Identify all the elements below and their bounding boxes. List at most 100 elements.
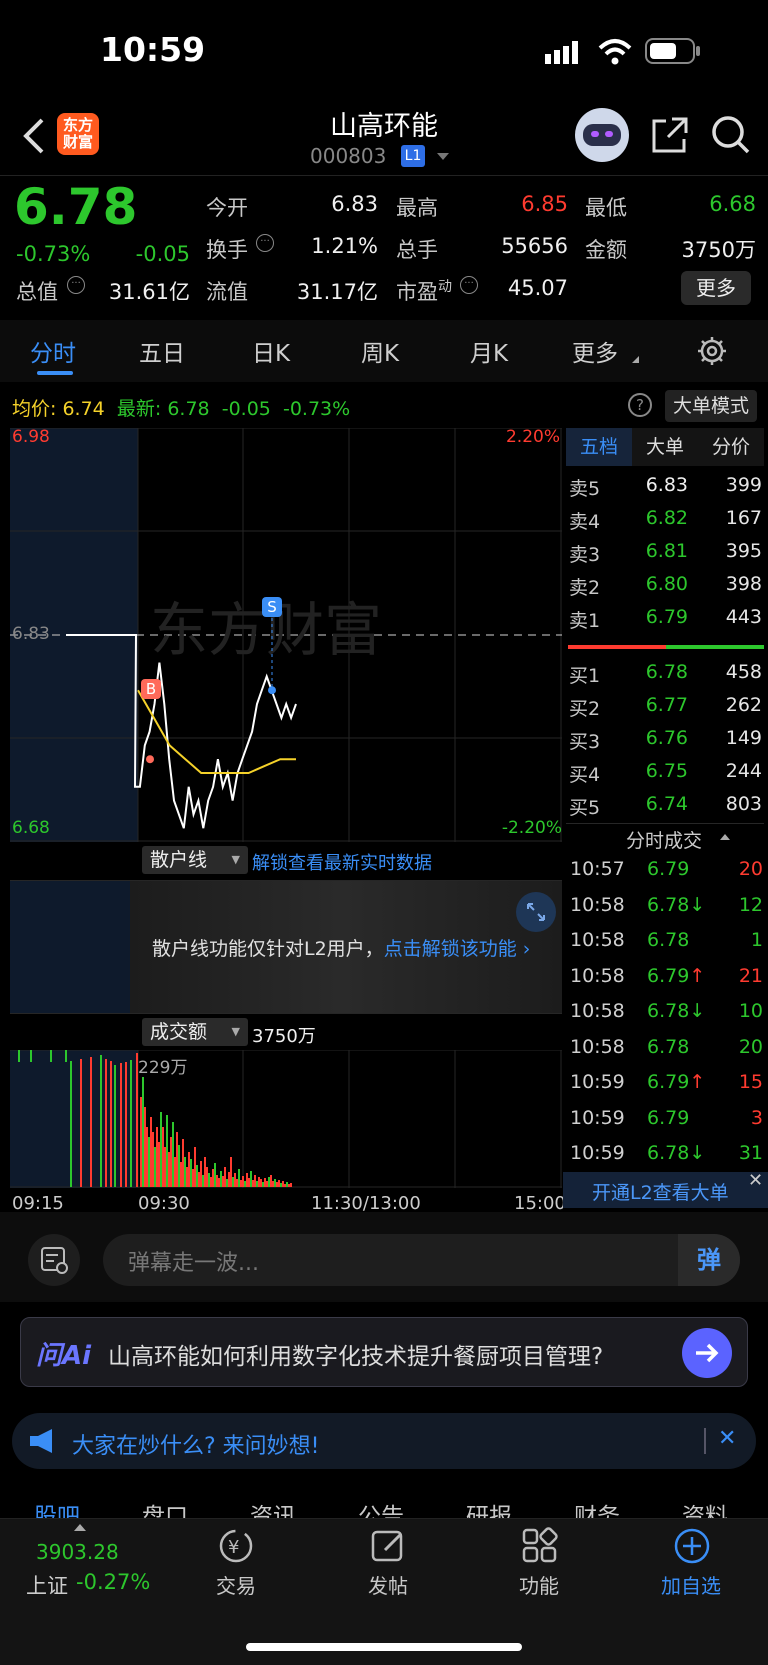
trade-icon[interactable]: ¥ <box>216 1526 256 1570</box>
volume-bar <box>220 1171 222 1187</box>
ask-price[interactable]: 6.83 <box>608 474 688 496</box>
tab-guba[interactable]: 股吧 <box>34 1497 80 1520</box>
trade-time: 10:59 <box>570 1071 625 1093</box>
trade-time: 10:59 <box>570 1142 625 1164</box>
float-value: 31.17亿 <box>296 280 378 304</box>
info-icon[interactable]: ··· <box>460 276 478 294</box>
tab-intraday[interactable]: 分时 <box>30 334 76 368</box>
buy-marker[interactable]: B <box>141 679 161 699</box>
share-icon[interactable] <box>650 115 690 159</box>
tab-profile[interactable]: 资料 <box>682 1497 728 1520</box>
x-axis-label: 11:30/13:00 <box>311 1193 421 1214</box>
tab-news[interactable]: 资讯 <box>250 1497 296 1520</box>
ask-label: 卖1 <box>569 610 601 632</box>
trade-time: 10:58 <box>570 1000 625 1022</box>
volume-bar <box>80 1059 82 1187</box>
index-change[interactable]: -0.27% <box>76 1570 150 1594</box>
x-axis-label: 09:30 <box>138 1193 190 1214</box>
tab-announcements[interactable]: 公告 <box>358 1497 404 1520</box>
bid-price[interactable]: 6.74 <box>608 793 688 815</box>
tab-five-day[interactable]: 五日 <box>139 334 185 368</box>
nav-function[interactable]: 功能 <box>489 1570 589 1599</box>
l2-banner-text[interactable]: 开通L2查看大单 <box>592 1178 729 1205</box>
ai-send-button[interactable] <box>682 1328 732 1378</box>
volume-bar <box>224 1167 226 1187</box>
trade-price: 6.79↑ <box>647 964 706 987</box>
tab-financials[interactable]: 财务 <box>574 1497 620 1520</box>
sanhu-dropdown[interactable]: 散户线 ▼ <box>142 846 248 874</box>
volume-bar <box>148 1137 150 1187</box>
bid-price[interactable]: 6.76 <box>608 727 688 749</box>
big-order-mode-button[interactable]: 大单模式 <box>665 390 757 422</box>
volume-bar <box>90 1057 92 1187</box>
danmu-send-button[interactable]: 弹 <box>678 1234 740 1286</box>
volume-bar <box>212 1169 214 1187</box>
tab-weekly-k[interactable]: 周K <box>361 334 399 368</box>
ask-label: 卖3 <box>569 544 601 566</box>
trade-volume: 15 <box>738 1071 763 1093</box>
index-value[interactable]: 3903.28 <box>36 1540 119 1564</box>
tab-price-distribution[interactable]: 分价 <box>698 428 764 466</box>
close-icon[interactable]: ✕ <box>718 1426 736 1451</box>
volume-bar <box>200 1161 202 1187</box>
tab-pankou[interactable]: 盘口 <box>142 1497 188 1520</box>
unlock-realtime-link[interactable]: 解锁查看最新实时数据 <box>252 849 432 875</box>
help-icon[interactable]: ? <box>628 393 652 417</box>
volume-bar <box>170 1137 172 1187</box>
volume-bar <box>158 1142 160 1187</box>
search-icon[interactable] <box>710 114 752 160</box>
tab-monthly-k[interactable]: 月K <box>470 334 508 368</box>
trades-title[interactable]: 分时成交 <box>626 826 702 853</box>
info-icon[interactable]: ··· <box>67 276 85 294</box>
function-icon[interactable] <box>520 1526 560 1570</box>
robot-avatar[interactable] <box>575 108 629 162</box>
unlock-feature-link[interactable]: 点击解锁该功能 <box>384 938 517 960</box>
bid-price[interactable]: 6.75 <box>608 760 688 782</box>
ask-price[interactable]: 6.82 <box>608 507 688 529</box>
volume-bar <box>188 1152 190 1187</box>
volume-bar <box>202 1175 204 1187</box>
nav-trade[interactable]: 交易 <box>186 1570 286 1599</box>
volume-bar <box>154 1147 156 1187</box>
settings-gear-icon[interactable] <box>697 336 727 370</box>
expand-icon[interactable] <box>516 892 556 932</box>
bid-label: 买2 <box>569 698 601 720</box>
volume-bar <box>70 1061 72 1187</box>
buy-point <box>146 755 154 764</box>
sell-marker[interactable]: S <box>262 597 282 617</box>
tab-big-orders[interactable]: 大单 <box>632 428 698 466</box>
volume-label: 总手 <box>396 238 438 262</box>
more-button[interactable]: 更多 <box>681 271 751 305</box>
volume-dropdown[interactable]: 成交额 ▼ <box>142 1018 248 1046</box>
tab-research[interactable]: 研报 <box>466 1497 512 1520</box>
intraday-chart[interactable]: 东方财富 <box>10 428 562 842</box>
wifi-icon <box>597 38 633 70</box>
nav-post[interactable]: 发帖 <box>338 1570 438 1599</box>
bid-price[interactable]: 6.78 <box>608 661 688 683</box>
caret-down-icon[interactable] <box>437 153 449 160</box>
bid-price[interactable]: 6.77 <box>608 694 688 716</box>
danmu-settings-button[interactable] <box>28 1234 80 1286</box>
nav-add-watchlist[interactable]: 加自选 <box>641 1570 741 1599</box>
close-icon[interactable]: ✕ <box>748 1170 763 1191</box>
ask-price[interactable]: 6.80 <box>608 573 688 595</box>
bid-label: 买1 <box>569 665 601 687</box>
tab-more[interactable]: 更多 <box>572 334 618 368</box>
ask-price[interactable]: 6.79 <box>608 606 688 628</box>
tab-daily-k[interactable]: 日K <box>252 334 290 368</box>
volume-bar <box>125 1062 127 1187</box>
volume-bar <box>240 1180 242 1187</box>
tab-five-levels[interactable]: 五档 <box>566 428 632 466</box>
volume-bar <box>166 1115 168 1187</box>
ask-price[interactable]: 6.81 <box>608 540 688 562</box>
index-name[interactable]: 上证 <box>26 1570 68 1600</box>
volume-bar <box>232 1177 234 1187</box>
volume-chart[interactable] <box>10 1050 562 1188</box>
info-icon[interactable]: ··· <box>256 234 274 252</box>
level-badge[interactable]: L1 <box>401 145 425 167</box>
volume-bar <box>152 1132 154 1187</box>
add-icon[interactable] <box>672 1526 712 1570</box>
volume-bar <box>268 1177 270 1187</box>
post-icon[interactable] <box>369 1526 409 1570</box>
turnover-value: 1.21% <box>311 234 378 258</box>
